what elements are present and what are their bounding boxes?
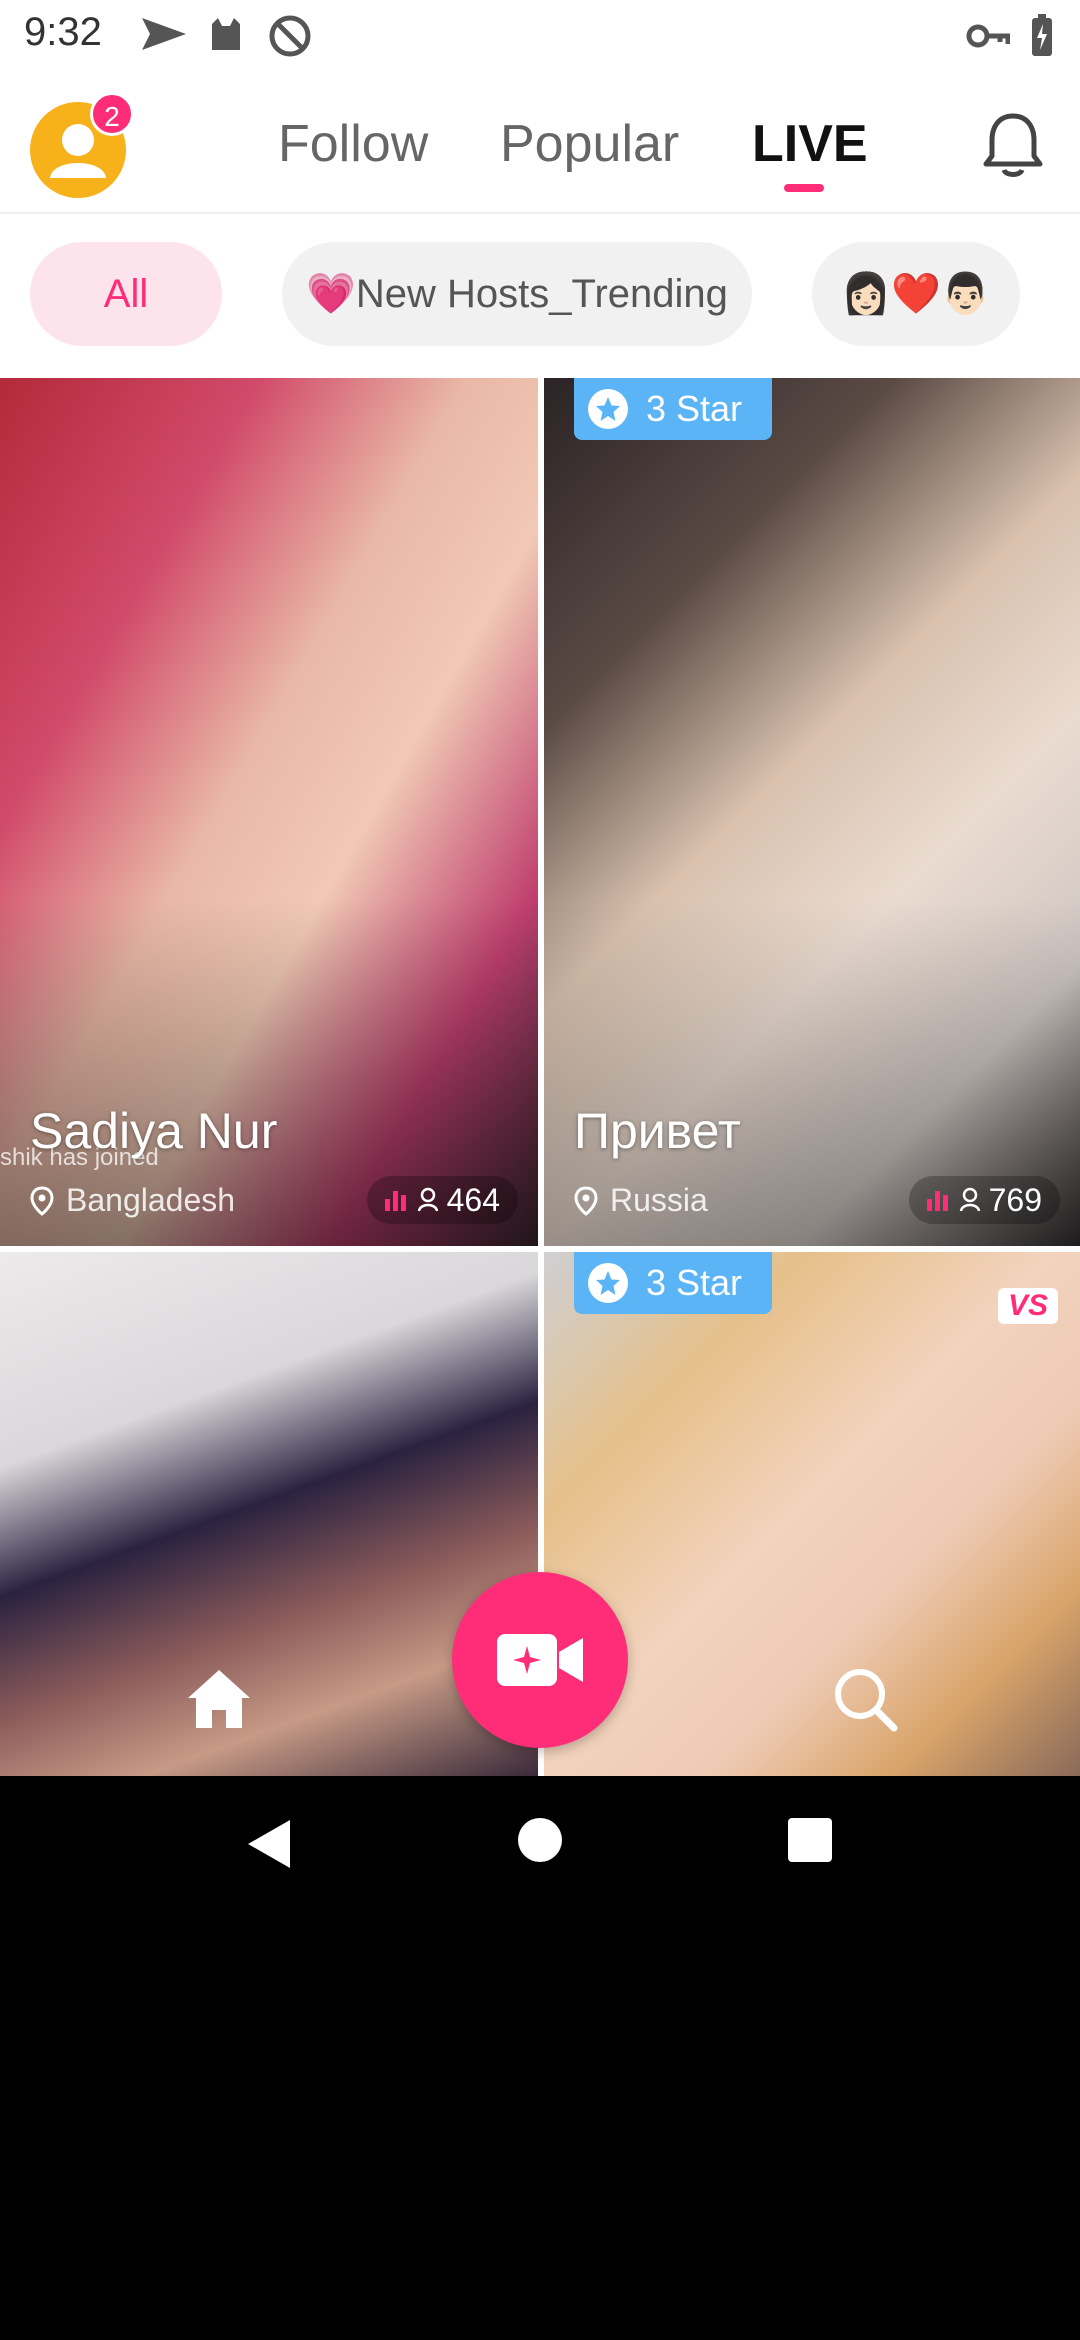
viewer-count-value: 769 [988, 1181, 1042, 1218]
battery-charging-icon [1032, 14, 1052, 56]
chip-new-hosts-trending[interactable]: 💗New Hosts_Trending [282, 242, 752, 346]
sync-disabled-icon [269, 15, 311, 57]
stream-card[interactable]: 3 Star VS [544, 1252, 1080, 1776]
notification-count-badge: 2 [90, 92, 134, 136]
back-triangle-icon[interactable] [242, 1816, 294, 1872]
stream-thumbnail [544, 1252, 1080, 1776]
viewer-count: 769 [908, 1176, 1060, 1224]
tab-live[interactable]: LIVE [752, 114, 868, 174]
system-navigation-bar [0, 1776, 1080, 1920]
person-icon [959, 1187, 980, 1212]
filter-chip-bar: All 💗New Hosts_Trending 👩🏻❤️👨🏻 [0, 216, 1080, 378]
viewer-count: 464 [366, 1176, 518, 1224]
stream-card[interactable]: shik has joined Sadiya Nur Bangladesh 46… [0, 378, 538, 1246]
status-bar: 9:32 [0, 0, 1080, 72]
live-bars-icon [384, 1191, 406, 1211]
host-location: Bangladesh [30, 1182, 235, 1219]
vpn-key-icon [966, 24, 1010, 48]
video-camera-icon [497, 1634, 583, 1686]
location-label: Bangladesh [66, 1182, 236, 1218]
chip-couples[interactable]: 👩🏻❤️👨🏻 [812, 242, 1020, 346]
host-name: Sadiya Nur [30, 1103, 278, 1159]
location-pin-icon [30, 1185, 54, 1216]
chip-all[interactable]: All [30, 242, 222, 346]
star-level-label: 3 Star [646, 388, 743, 429]
stream-thumbnail [0, 1252, 538, 1776]
star-icon [588, 1263, 628, 1303]
recents-square-icon[interactable] [786, 1816, 834, 1864]
active-tab-indicator [784, 184, 824, 192]
home-circle-icon[interactable] [516, 1816, 564, 1864]
star-level-label: 3 Star [646, 1262, 743, 1303]
tab-popular[interactable]: Popular [500, 114, 679, 174]
stream-card[interactable] [0, 1252, 538, 1776]
vs-badge: VS [998, 1288, 1058, 1324]
person-icon [417, 1187, 438, 1212]
viewer-count-value: 464 [446, 1181, 500, 1218]
bell-icon[interactable] [980, 110, 1046, 180]
search-icon[interactable] [830, 1664, 900, 1734]
star-level-badge: 3 Star [574, 378, 772, 440]
location-pin-icon [574, 1185, 598, 1216]
location-label: Russia [610, 1182, 708, 1218]
status-time: 9:32 [24, 10, 102, 54]
live-bars-icon [926, 1191, 948, 1211]
top-header: 2 Follow Popular LIVE [0, 72, 1080, 214]
go-live-button[interactable] [452, 1572, 628, 1748]
send-icon [142, 18, 186, 50]
cat-icon [212, 18, 240, 50]
star-icon [588, 389, 628, 429]
live-feed-screen: 9:32 2 Follow Popular LIVE All 💗New Host… [0, 0, 1080, 1776]
tab-follow[interactable]: Follow [278, 114, 428, 174]
home-icon[interactable] [184, 1664, 254, 1734]
host-location: Russia [574, 1182, 708, 1219]
stream-card[interactable]: 3 Star Привет Russia 769 [544, 378, 1080, 1246]
host-name: Привет [574, 1103, 741, 1159]
star-level-badge: 3 Star [574, 1252, 772, 1314]
